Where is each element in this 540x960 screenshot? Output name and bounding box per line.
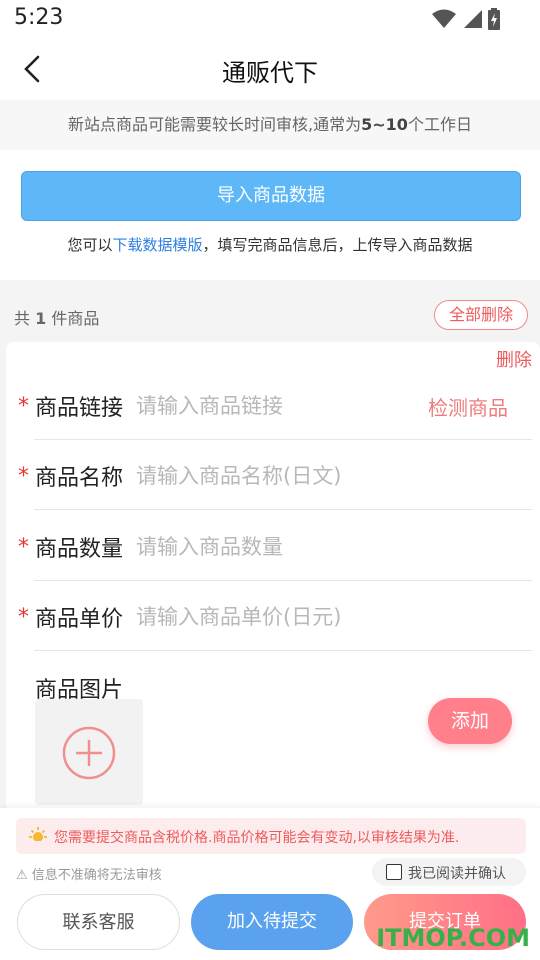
product-link-input[interactable]: 请输入商品链接 bbox=[136, 390, 283, 420]
notice-highlight: 5~10 bbox=[361, 115, 408, 134]
required-mark: * bbox=[18, 464, 29, 489]
notice-prefix: 新站点商品可能需要较长时间审核,通常为 bbox=[68, 115, 362, 134]
count-suffix: 件商品 bbox=[51, 309, 100, 328]
plus-circle-icon bbox=[62, 726, 116, 780]
download-template-link[interactable]: 下载数据模版 bbox=[112, 236, 202, 254]
import-hint-prefix: 您可以 bbox=[67, 236, 113, 254]
page-title: 通贩代下 bbox=[222, 59, 318, 87]
agree-label: 我已阅读并确认 bbox=[408, 866, 506, 882]
tax-notice: 您需要提交商品含税价格.商品价格可能会有变动,以审核结果为准. bbox=[16, 818, 526, 854]
items-header: 共 1 件商品 全部删除 bbox=[0, 292, 540, 338]
field-row-quantity: * 商品数量 请输入商品数量 bbox=[6, 511, 540, 581]
product-quantity-input[interactable]: 请输入商品数量 bbox=[136, 531, 283, 561]
field-label-link: 商品链接 bbox=[35, 396, 124, 421]
divider bbox=[34, 509, 532, 510]
delete-item-button[interactable]: 删除 bbox=[496, 346, 532, 372]
status-icons bbox=[432, 8, 500, 30]
status-bar: 5:23 bbox=[0, 0, 540, 38]
required-mark: * bbox=[18, 535, 29, 560]
battery-icon bbox=[488, 8, 500, 30]
field-row-link: * 商品链接 请输入商品链接 检测商品 bbox=[6, 370, 540, 440]
item-count: 共 1 件商品 bbox=[14, 305, 99, 329]
add-item-button[interactable]: 添加 bbox=[428, 698, 512, 744]
divider bbox=[34, 650, 532, 651]
field-row-price: * 商品单价 请输入商品单价(日元) bbox=[6, 581, 540, 651]
field-label-name: 商品名称 bbox=[35, 466, 124, 491]
signal-icon bbox=[464, 10, 482, 28]
wifi-icon bbox=[432, 9, 456, 28]
watermark: ITMOP.COM bbox=[376, 924, 530, 952]
count-number: 1 bbox=[35, 309, 47, 328]
agree-checkbox-row[interactable]: 我已阅读并确认 bbox=[372, 858, 526, 886]
notice-suffix: 个工作日 bbox=[407, 115, 472, 134]
field-label-quantity: 商品数量 bbox=[35, 537, 124, 562]
review-notice: 新站点商品可能需要较长时间审核,通常为5~10个工作日 bbox=[0, 100, 540, 150]
agree-checkbox[interactable] bbox=[386, 864, 402, 880]
warning-icon: ⚠ bbox=[16, 868, 28, 883]
required-mark: * bbox=[18, 394, 29, 419]
status-time: 5:23 bbox=[14, 5, 64, 30]
import-hint: 您可以下载数据模版，填写完商品信息后，上传导入商品数据 bbox=[0, 234, 540, 255]
sun-icon bbox=[29, 827, 47, 844]
product-name-input[interactable]: 请输入商品名称(日文) bbox=[136, 460, 341, 490]
field-label-price: 商品单价 bbox=[35, 607, 124, 632]
accuracy-warning: ⚠ 信息不准确将无法审核 bbox=[16, 864, 162, 883]
contact-service-button[interactable]: 联系客服 bbox=[17, 894, 180, 950]
delete-all-button[interactable]: 全部删除 bbox=[434, 300, 528, 330]
tax-notice-text: 您需要提交商品含税价格.商品价格可能会有变动,以审核结果为准. bbox=[54, 830, 460, 846]
nav-bar: 通贩代下 bbox=[0, 38, 540, 100]
import-data-button[interactable]: 导入商品数据 bbox=[21, 171, 521, 221]
required-mark: * bbox=[18, 605, 29, 630]
add-pending-button[interactable]: 加入待提交 bbox=[191, 894, 353, 950]
import-hint-suffix: ，填写完商品信息后，上传导入商品数据 bbox=[202, 236, 473, 254]
image-upload-box[interactable] bbox=[35, 699, 143, 805]
product-price-input[interactable]: 请输入商品单价(日元) bbox=[136, 601, 341, 631]
detect-product-button[interactable]: 检测商品 bbox=[428, 392, 508, 421]
warning-text: 信息不准确将无法审核 bbox=[31, 868, 162, 883]
bottom-panel: 您需要提交商品含税价格.商品价格可能会有变动,以审核结果为准. ⚠ 信息不准确将… bbox=[0, 808, 540, 960]
import-section: 导入商品数据 您可以下载数据模版，填写完商品信息后，上传导入商品数据 bbox=[0, 150, 540, 280]
field-row-name: * 商品名称 请输入商品名称(日文) bbox=[6, 440, 540, 510]
count-prefix: 共 bbox=[14, 309, 31, 328]
